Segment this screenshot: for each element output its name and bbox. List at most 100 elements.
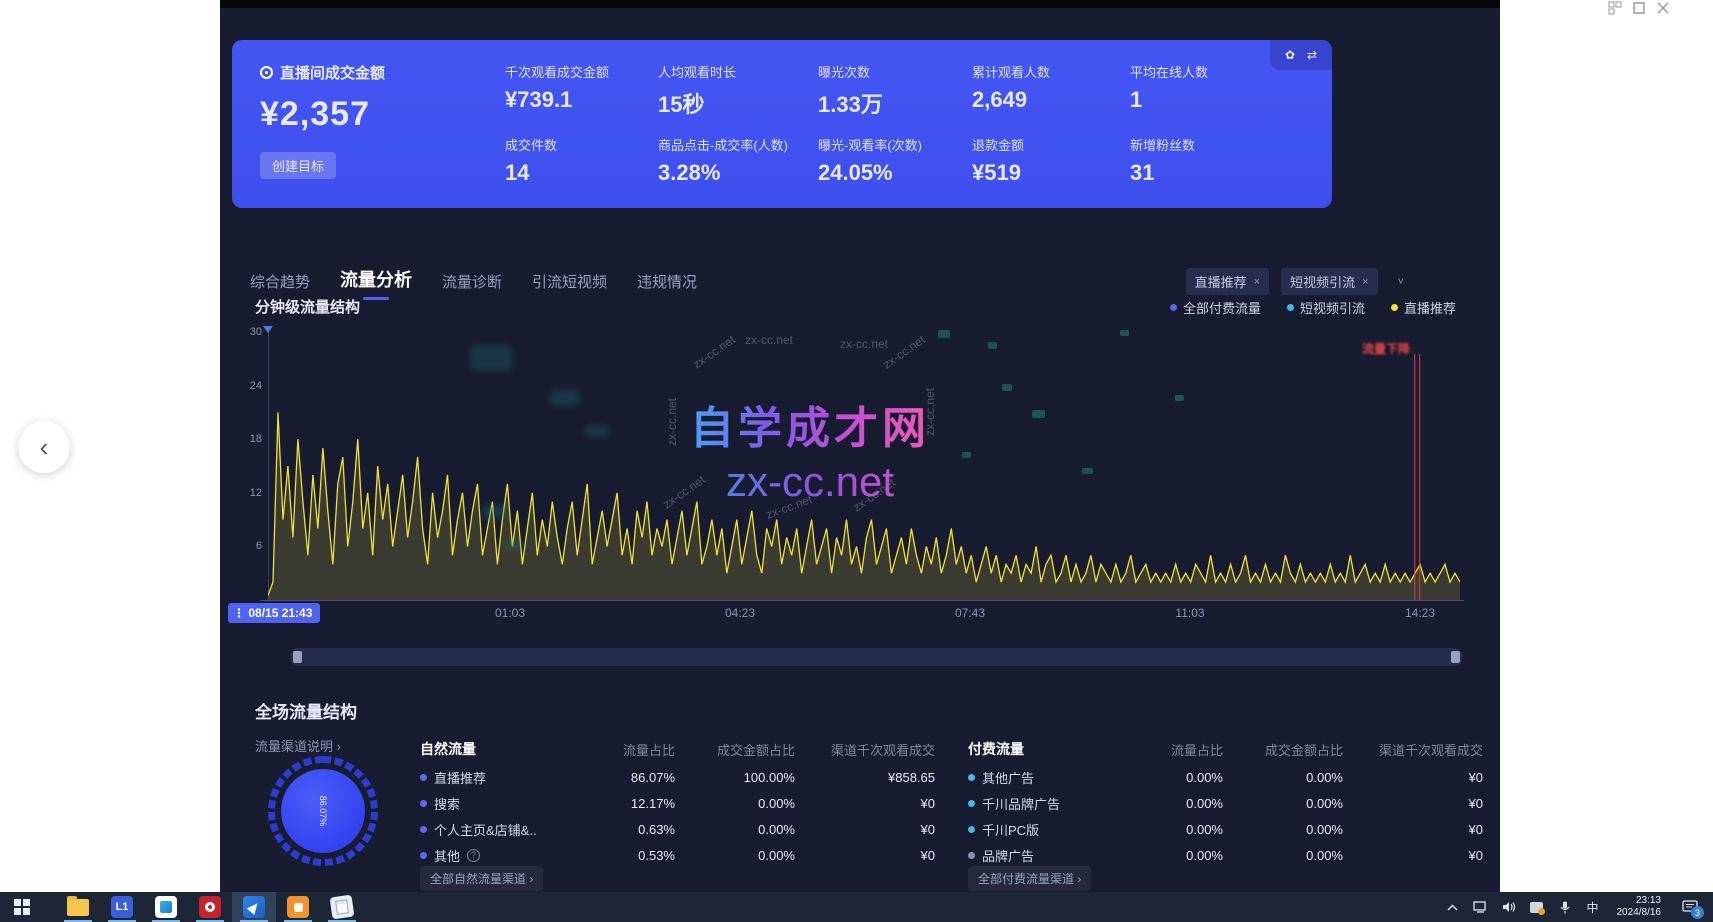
chart-range-scrollbar[interactable] (290, 648, 1463, 666)
tab-traffic-diagnosis[interactable]: 流量诊断 (442, 271, 502, 300)
main-metric-value: ¥2,357 (260, 95, 385, 134)
paid-traffic-table: 付费流量 流量占比 成交金额占比 渠道千次观看成交 其他广告 0.00% 0.0… (968, 734, 1483, 868)
range-handle-right[interactable] (1451, 651, 1460, 663)
row-dot (968, 826, 975, 833)
traffic-line-chart[interactable] (268, 332, 1460, 600)
table-row: 直播推荐 86.07% 100.00% ¥858.65 (420, 764, 935, 790)
action-center-button[interactable]: 3 (1673, 892, 1707, 922)
tab-short-video[interactable]: 引流短视频 (532, 271, 607, 300)
table-row: 千川PC版 0.00% 0.00% ¥0 (968, 816, 1483, 842)
arrow-right-icon: › (337, 739, 341, 754)
legend-dot (1287, 304, 1294, 311)
remove-tag-icon[interactable]: × (1362, 276, 1368, 288)
chevron-down-icon[interactable]: ˅ (1390, 272, 1412, 292)
taskbar-app-orange[interactable] (276, 892, 320, 922)
summary-panel: ✿ ⇄ 直播间成交金额 ¥2,357 创建目标 千次观看成交金额 ¥739.1 … (232, 40, 1332, 208)
legend-dot (1391, 304, 1398, 311)
create-goal-button[interactable]: 创建目标 (260, 152, 336, 179)
x-tick: 11:03 (1175, 606, 1204, 620)
chevron-left-icon: ‹ (40, 432, 49, 463)
l1-app-icon: L1 (111, 896, 133, 918)
y-tick: 6 (232, 540, 262, 552)
notification-badge: 3 (1691, 906, 1704, 919)
legend-dot (1170, 304, 1177, 311)
section-title: 全场流量结构 (255, 698, 357, 723)
taskbar-app-red[interactable] (188, 892, 232, 922)
microphone-icon[interactable] (1553, 892, 1577, 922)
legend-paid-traffic[interactable]: 全部付费流量 (1170, 298, 1261, 317)
taskbar-notepad[interactable] (320, 892, 364, 922)
filter-tag-short-video[interactable]: 短视频引流 × (1281, 268, 1377, 295)
metric-avg-watch: 人均观看时长 15秒 (658, 62, 818, 119)
row-dot (420, 800, 427, 807)
taskbar-app-teal[interactable] (144, 892, 188, 922)
taskbar-app-l1[interactable]: L1 (100, 892, 144, 922)
x-tick: 07:43 (955, 606, 985, 620)
table-row: 搜索 12.17% 0.00% ¥0 (420, 790, 935, 816)
windows-taskbar: L1 (0, 892, 1713, 922)
row-dot (968, 800, 975, 807)
range-handle-left[interactable] (293, 651, 302, 663)
grid-view-icon[interactable] (1608, 1, 1622, 15)
folder-icon (67, 899, 89, 916)
info-icon[interactable]: ? (467, 849, 480, 862)
taskbar-file-explorer[interactable] (56, 892, 100, 922)
legend-live-recommend[interactable]: 直播推荐 (1391, 298, 1456, 317)
filter-group: 直播推荐 × 短视频引流 × ˅ (1186, 268, 1412, 295)
tab-traffic-analysis[interactable]: 流量分析 (340, 266, 412, 300)
network-icon[interactable] (1469, 892, 1493, 922)
y-tick: 24 (232, 380, 262, 392)
y-tick: 12 (232, 487, 262, 499)
volume-icon[interactable] (1497, 892, 1521, 922)
clock-time: 23:13 (1617, 895, 1662, 907)
all-paid-channels-link[interactable]: 全部付费流量渠道 › (968, 866, 1091, 891)
row-dot (968, 852, 975, 859)
close-icon[interactable] (1656, 1, 1670, 15)
table-row: 品牌广告 0.00% 0.00% ¥0 (968, 842, 1483, 868)
taskbar-app-browser[interactable] (232, 892, 276, 922)
metric-new-fans: 新增粉丝数 31 (1130, 135, 1290, 186)
row-dot (420, 774, 427, 781)
metric-exposure: 曝光次数 1.33万 (818, 62, 978, 119)
teal-app-icon (155, 896, 177, 918)
tab-violations[interactable]: 违规情况 (637, 271, 697, 300)
legend-short-video[interactable]: 短视频引流 (1287, 298, 1365, 317)
metric-total-viewers: 累计观看人数 2,649 (972, 62, 1132, 113)
windows-logo-icon (14, 899, 30, 915)
red-ring-app-icon (199, 896, 221, 918)
table-header-row: 付费流量 流量占比 成交金额占比 渠道千次观看成交 (968, 734, 1483, 764)
metric-click-cvr: 商品点击-成交率(人数) 3.28% (658, 135, 818, 186)
remove-tag-icon[interactable]: × (1254, 276, 1260, 288)
metric-order-count: 成交件数 14 (505, 135, 665, 186)
metric-avg-online: 平均在线人数 1 (1130, 62, 1290, 113)
channel-info-link[interactable]: 流量渠道说明 › (255, 736, 341, 755)
traffic-donut-chart[interactable]: 86.07% (268, 756, 378, 866)
maximize-icon[interactable] (1632, 1, 1646, 15)
swap-icon[interactable]: ⇄ (1307, 48, 1317, 62)
x-axis-line (260, 600, 1464, 601)
x-axis-start-badge[interactable]: ⋮ 08/15 21:43 (228, 603, 320, 623)
main-metric-label: 直播间成交金额 (280, 62, 385, 83)
all-natural-channels-link[interactable]: 全部自然流量渠道 › (420, 866, 543, 891)
table-row: 其他? 0.53% 0.00% ¥0 (420, 842, 935, 868)
system-clock[interactable]: 23:13 2024/8/16 (1609, 895, 1670, 919)
arrow-right-icon: › (1077, 872, 1081, 886)
tray-expand-icon[interactable] (1441, 892, 1465, 922)
viewer-prev-button[interactable]: ‹ (18, 421, 70, 473)
recorder-app-icon (287, 896, 309, 918)
start-button[interactable] (0, 892, 44, 922)
gear-icon[interactable]: ✿ (1285, 48, 1295, 62)
table-header-row: 自然流量 流量占比 成交金额占比 渠道千次观看成交 (420, 734, 935, 764)
y-tick: 18 (232, 433, 262, 445)
natural-traffic-table: 自然流量 流量占比 成交金额占比 渠道千次观看成交 直播推荐 86.07% 10… (420, 734, 935, 868)
x-tick: 01:03 (495, 606, 525, 620)
target-icon (260, 66, 273, 79)
table-row: 其他广告 0.00% 0.00% ¥0 (968, 764, 1483, 790)
row-dot (968, 774, 975, 781)
tab-bar: 综合趋势 流量分析 流量诊断 引流短视频 违规情况 (250, 266, 697, 300)
ime-indicator[interactable]: 中 (1581, 892, 1605, 922)
traffic-drop-annotation: 流量下降 (1362, 340, 1410, 357)
filter-tag-live-rec[interactable]: 直播推荐 × (1186, 268, 1269, 295)
x-tick: 14:23 (1405, 606, 1435, 620)
tray-app-icon[interactable] (1525, 892, 1549, 922)
